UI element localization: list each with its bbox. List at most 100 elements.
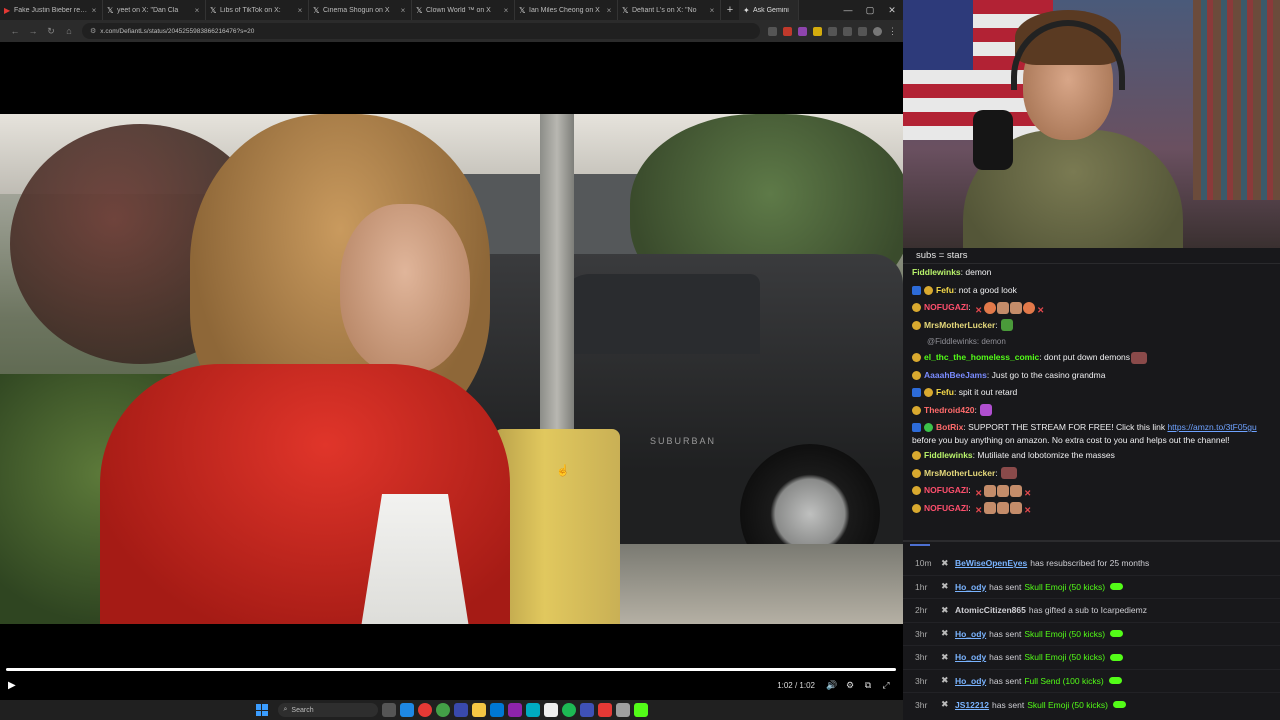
browser-tab[interactable]: ▶ Fake Justin Bieber rep pu × — [0, 0, 103, 20]
profile-avatar[interactable] — [873, 26, 882, 36]
pip-icon[interactable]: ⧉ — [859, 680, 877, 691]
taskbar-app-icon[interactable] — [489, 703, 504, 717]
browser-tab[interactable]: 𝕏 Libs of TikTok on X: × — [206, 0, 309, 20]
close-tab-icon[interactable]: × — [605, 6, 613, 15]
face-emote-icon — [1010, 484, 1023, 497]
chat-username[interactable]: Fiddlewinks — [912, 267, 961, 277]
minimize-icon[interactable]: — — [837, 0, 859, 20]
extension-icon[interactable] — [783, 26, 792, 36]
chat-message: AaaahBeeJams: Just go to the casino gran… — [903, 367, 1280, 385]
x-icon: 𝕏 — [313, 5, 320, 15]
extension-icon[interactable] — [768, 26, 777, 36]
taskbar-app-icon[interactable] — [525, 703, 540, 717]
x-emote-icon: ✕ — [975, 304, 983, 315]
feed-username[interactable]: Ho_ody — [955, 652, 986, 662]
close-tab-icon[interactable]: × — [90, 6, 98, 15]
subscriber-badge-icon — [912, 285, 921, 295]
browser-tab[interactable]: 𝕏yeet on X: "Dan Cla × — [103, 0, 206, 20]
taskbar-app-icon[interactable] — [507, 703, 522, 717]
browser-tab[interactable]: 𝕏 Clown World ™ on X × — [412, 0, 515, 20]
x-emote-icon: ✕ — [975, 505, 983, 516]
chat-username[interactable]: Fefu — [936, 387, 954, 397]
feed-username[interactable]: Ho_ody — [955, 676, 986, 686]
play-icon[interactable]: ▶ — [8, 680, 16, 691]
chat-username[interactable]: Thedroid420 — [924, 405, 975, 415]
x-icon: 𝕏 — [519, 5, 526, 15]
face-emote-icon — [984, 484, 997, 497]
browser-tab[interactable]: 𝕏 Cinema Shogun on X × — [309, 0, 412, 20]
chat-username[interactable]: Fefu — [936, 285, 954, 295]
gemini-icon: ✦ — [743, 5, 750, 15]
close-tab-icon[interactable]: × — [193, 6, 201, 15]
menu-icon[interactable]: ⋮ — [888, 26, 897, 36]
reload-icon[interactable]: ↻ — [42, 26, 60, 37]
spotify-icon[interactable] — [561, 703, 576, 717]
taskbar-app-icon[interactable] — [435, 703, 450, 717]
extension-icon[interactable] — [828, 26, 837, 36]
extension-icon[interactable] — [798, 26, 807, 36]
forward-icon[interactable]: → — [24, 26, 42, 36]
chat-username[interactable]: MrsMotherLucker — [924, 468, 995, 478]
start-icon[interactable] — [255, 704, 268, 716]
feed-username[interactable]: Ho_ody — [955, 582, 986, 592]
close-tab-icon[interactable]: × — [296, 6, 304, 15]
taskbar-app-icon[interactable] — [453, 703, 468, 717]
taskbar-app-icon[interactable] — [543, 703, 558, 717]
extension-icon[interactable] — [813, 26, 822, 36]
kick-icon: ✖ — [941, 581, 949, 592]
video-player[interactable]: SUBURBAN ☝ ▶ 1:02 / 1:02 🔊 ⚙ ⧉ ⤢ — [0, 42, 903, 700]
chat-username[interactable]: AaaahBeeJams — [924, 370, 987, 380]
chat-message: Fefu: spit it out retard — [903, 384, 1280, 402]
browser-tab-active[interactable]: 𝕏 Defiant L's on X: "No × — [618, 0, 721, 20]
browser-tab[interactable]: 𝕏 Ian Miles Cheong on X × — [515, 0, 618, 20]
chat-username[interactable]: NOFUGAZI — [924, 503, 968, 513]
chat-username[interactable]: MrsMotherLucker — [924, 320, 995, 330]
close-tab-icon[interactable]: × — [708, 6, 716, 15]
ask-gemini-button[interactable]: ✦ Ask Gemini — [739, 0, 799, 20]
extension-icon[interactable] — [858, 26, 867, 36]
folder-icon[interactable] — [471, 703, 486, 717]
home-icon[interactable]: ⌂ — [60, 26, 78, 36]
browser-tab-bar: ▶ Fake Justin Bieber rep pu × 𝕏yeet on X: … — [0, 0, 903, 20]
truck-badge: SUBURBAN — [650, 436, 717, 446]
close-tab-icon[interactable]: × — [399, 6, 407, 15]
taskbar-app-icon[interactable] — [597, 703, 612, 717]
back-icon[interactable]: ← — [6, 26, 24, 36]
feed-username[interactable]: BeWiseOpenEyes — [955, 558, 1027, 568]
chat-username[interactable]: Fiddlewinks — [924, 450, 973, 460]
maximize-icon[interactable]: ▢ — [859, 0, 881, 20]
feed-row: 10m ✖ BeWiseOpenEyes has resubscribed for 2… — [903, 552, 1280, 576]
chat-username[interactable]: el_thc_the_homeless_comic — [924, 352, 1039, 362]
new-tab-button[interactable]: + — [721, 4, 739, 16]
video-frame[interactable]: SUBURBAN ☝ — [0, 114, 903, 624]
taskbar-app-icon[interactable] — [615, 703, 630, 717]
fullscreen-icon[interactable]: ⤢ — [877, 680, 895, 691]
site-info-icon[interactable]: ⚙ — [90, 27, 96, 35]
extension-icon[interactable] — [843, 26, 852, 36]
url-field[interactable]: ⚙ x.com/DefiantLs/status/204525598386621… — [82, 23, 760, 39]
chat-username[interactable]: NOFUGAZI — [924, 302, 968, 312]
face-emote-icon — [984, 502, 997, 515]
volume-icon[interactable]: 🔊 — [823, 680, 841, 691]
subscriber-badge-icon — [912, 423, 921, 433]
taskbar-app-icon[interactable] — [633, 703, 648, 717]
chat-message: MrsMotherLucker: — [903, 317, 1280, 335]
feed-username[interactable]: JS12212 — [955, 700, 989, 710]
close-window-icon[interactable]: ✕ — [881, 0, 903, 20]
chat-username[interactable]: NOFUGAZI — [924, 485, 968, 495]
feed-username[interactable]: Ho_ody — [955, 629, 986, 639]
chat-username[interactable]: BotRix — [936, 422, 963, 432]
settings-icon[interactable]: ⚙ — [841, 680, 859, 691]
taskbar-search[interactable]: ⌕ Search — [277, 703, 378, 717]
progress-bar[interactable] — [6, 668, 896, 671]
taskbar-app-icon[interactable] — [579, 703, 594, 717]
task-view-icon[interactable] — [381, 703, 396, 717]
affiliate-link[interactable]: https://amzn.to/3tF05gu — [1167, 422, 1256, 432]
taskbar-app-icon[interactable] — [399, 703, 414, 717]
chrome-icon[interactable] — [417, 703, 432, 717]
feed-username[interactable]: AtomicCitizen865 — [955, 605, 1026, 615]
close-tab-icon[interactable]: × — [502, 6, 510, 15]
mouse-cursor-icon: ☝ — [556, 465, 570, 477]
chat-header: subs = stars — [903, 248, 1280, 264]
activity-feed: 10m ✖ BeWiseOpenEyes has resubscribed for 2… — [903, 540, 1280, 720]
